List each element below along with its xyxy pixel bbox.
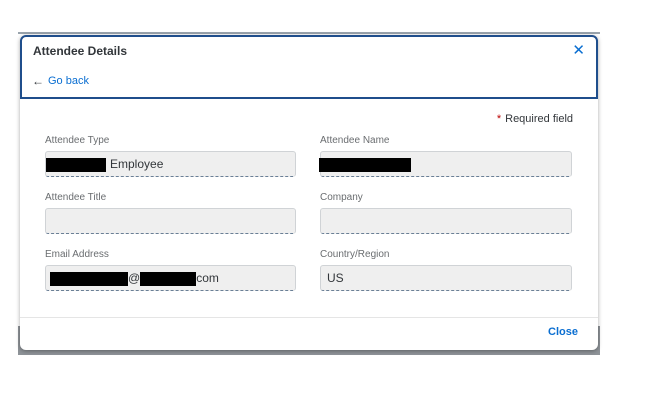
dialog-title: Attendee Details: [33, 44, 128, 58]
attendee-details-dialog: Attendee Details ✕ ← Go back * Required f…: [20, 35, 598, 350]
attendee-type-input[interactable]: Employee: [45, 151, 296, 177]
backdrop-top-edge: [18, 32, 600, 34]
country-region-input[interactable]: US: [320, 265, 572, 291]
close-icon[interactable]: ✕: [572, 42, 585, 60]
company-label: Company: [320, 192, 363, 203]
redacted-block: [46, 157, 106, 172]
country-region-label: Country/Region: [320, 249, 390, 260]
go-back-label: Go back: [48, 75, 89, 87]
arrow-left-icon: ←: [32, 74, 44, 88]
attendee-type-field: Attendee Type Employee: [45, 135, 297, 177]
required-field-note: * Required field: [497, 113, 573, 125]
go-back-link[interactable]: ← Go back: [32, 75, 89, 87]
attendee-name-input[interactable]: [319, 151, 572, 177]
redacted-block: [319, 157, 411, 172]
page: Attendee Details ✕ ← Go back * Required f…: [0, 0, 649, 406]
email-at-sign: @: [128, 271, 141, 285]
attendee-title-field: Attendee Title: [45, 192, 297, 234]
redacted-block: [140, 271, 197, 286]
email-label: Email Address: [45, 249, 109, 260]
email-suffix: com: [196, 271, 219, 285]
company-field: Company: [320, 192, 572, 234]
company-input[interactable]: [320, 208, 572, 234]
country-region-field: Country/Region US: [320, 249, 572, 291]
attendee-type-label: Attendee Type: [45, 135, 110, 146]
attendee-title-label: Attendee Title: [45, 192, 107, 203]
attendee-type-value: Employee: [110, 157, 164, 171]
required-star: *: [496, 113, 502, 125]
attendee-name-field: Attendee Name: [319, 135, 572, 177]
email-field: Email Address @ com: [45, 249, 297, 291]
footer-divider: [20, 317, 598, 318]
dialog-header: Attendee Details ✕ ← Go back: [20, 35, 598, 99]
close-button[interactable]: Close: [548, 326, 578, 338]
required-field-label: Required field: [505, 113, 573, 125]
email-input[interactable]: @ com: [45, 265, 296, 291]
attendee-name-label: Attendee Name: [320, 135, 390, 146]
attendee-title-input[interactable]: [45, 208, 296, 234]
redacted-block: [50, 271, 128, 286]
